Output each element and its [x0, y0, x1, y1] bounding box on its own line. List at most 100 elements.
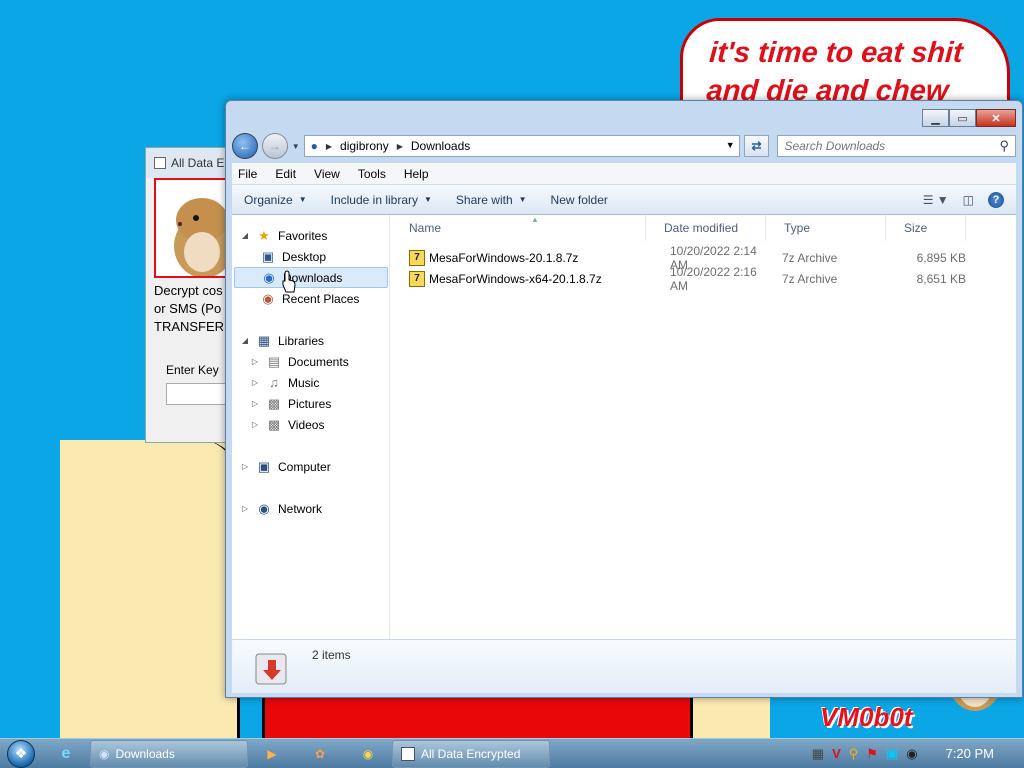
column-name[interactable]: Name	[391, 215, 646, 241]
ransom-message-line: TRANSFER t	[154, 319, 232, 334]
expand-icon[interactable]: ▷	[250, 420, 260, 429]
tree-videos[interactable]: ▷ ▩ Videos	[250, 414, 325, 435]
windows-logo-icon: ❖	[7, 739, 35, 768]
tree-computer[interactable]: ▷ ▣ Computer	[240, 456, 331, 477]
search-input[interactable]	[784, 139, 985, 153]
breadcrumb-downloads[interactable]: Downloads	[411, 139, 470, 153]
search-icon[interactable]: ⚲	[999, 138, 1009, 154]
tree-favorites[interactable]: ◢ ★ Favorites	[240, 225, 327, 246]
breadcrumb-digibrony[interactable]: digibrony	[340, 139, 389, 153]
videos-icon: ▩	[267, 416, 281, 432]
app-button[interactable]: ✿	[296, 740, 344, 768]
tree-pictures[interactable]: ▷ ▩ Pictures	[250, 393, 331, 414]
expand-icon[interactable]: ▷	[240, 462, 250, 471]
speech-line-1: it's time to eat shit	[708, 37, 964, 69]
network-icon: ◉	[258, 500, 270, 516]
menu-file[interactable]: File	[238, 167, 257, 181]
caption-buttons: ▁ ▭ ✕	[922, 109, 1016, 127]
tree-label: Desktop	[282, 249, 327, 264]
navigation-bar: ← → ▼ ● ▶ digibrony ▶ Downloads ▼ ⇄ ⚲	[232, 131, 1016, 161]
archive-icon: 7	[409, 270, 425, 287]
tree-recent-places[interactable]: ◉ Recent Places	[260, 288, 359, 309]
window-titlebar[interactable]: ▁ ▭ ✕	[226, 101, 1022, 131]
file-size: 6,895 KB	[916, 250, 966, 265]
clock[interactable]: 7:20 PM	[946, 746, 994, 761]
taskbar-encrypted-button[interactable]: All Data Encrypted	[392, 739, 550, 768]
address-bar[interactable]: ● ▶ digibrony ▶ Downloads ▼	[303, 135, 740, 157]
menu-view[interactable]: View	[314, 167, 340, 181]
taskbar-downloads-button[interactable]: ◉ Downloads	[90, 739, 248, 768]
maximize-button[interactable]: ▭	[949, 109, 976, 127]
column-size[interactable]: Size	[886, 215, 966, 241]
taskbar-downloads-label: Downloads	[115, 746, 175, 761]
new-folder-label: New folder	[550, 192, 608, 207]
file-name: MesaForWindows-x64-20.1.8.7z	[429, 271, 602, 286]
preview-pane-icon[interactable]: ◫	[963, 193, 974, 207]
tray-monitor-icon[interactable]: ▣	[886, 746, 898, 762]
menu-edit[interactable]: Edit	[275, 167, 296, 181]
address-dropdown-icon[interactable]: ▼	[726, 140, 735, 150]
media-player-icon: ▶	[267, 746, 277, 761]
tray-search-icon[interactable]: ⚲	[849, 746, 859, 762]
include-in-library-button[interactable]: Include in library ▼	[319, 185, 444, 214]
ransom-message-line: Decrypt cos	[154, 283, 223, 298]
menu-help[interactable]: Help	[404, 167, 429, 181]
file-row[interactable]: 7 MesaForWindows-x64-20.1.8.7z 10/20/202…	[391, 265, 1016, 293]
tray-volume-icon[interactable]: ◉	[906, 746, 917, 762]
file-name-cell: 7 MesaForWindows-x64-20.1.8.7z	[391, 270, 646, 287]
desktop-icon: ▣	[261, 248, 275, 264]
collapse-icon[interactable]: ◢	[240, 336, 250, 345]
menu-tools[interactable]: Tools	[358, 167, 386, 181]
tree-desktop[interactable]: ▣ Desktop	[260, 246, 326, 267]
tree-label: Music	[288, 375, 320, 390]
recent-pages-dropdown-icon[interactable]: ▼	[292, 142, 300, 151]
tray-app-icon[interactable]: ▦	[812, 746, 824, 762]
chrome-button[interactable]: ◉	[344, 740, 392, 768]
view-options-icon[interactable]: ☰ ▼	[923, 193, 949, 207]
wallpaper-shape	[262, 696, 692, 740]
new-folder-button[interactable]: New folder	[539, 185, 620, 214]
media-player-button[interactable]: ▶	[248, 740, 296, 768]
start-button[interactable]: ❖	[0, 739, 42, 768]
organize-button[interactable]: Organize ▼	[232, 185, 319, 214]
expand-icon[interactable]: ▷	[250, 399, 260, 408]
back-button[interactable]: ←	[232, 133, 258, 159]
column-headers: Name Date modified Type Size	[391, 215, 1016, 241]
help-icon[interactable]: ?	[988, 191, 1004, 208]
expand-icon[interactable]: ▷	[250, 357, 260, 366]
tree-label: Network	[278, 501, 323, 516]
search-box[interactable]: ⚲	[777, 135, 1016, 157]
column-date-modified[interactable]: Date modified	[646, 215, 766, 241]
expand-icon[interactable]: ▷	[240, 504, 250, 513]
explorer-window[interactable]: ▁ ▭ ✕ ← → ▼ ● ▶ digibrony ▶ Downloads ▼ …	[225, 100, 1023, 698]
chevron-right-icon[interactable]: ▶	[397, 142, 403, 151]
music-icon: ♫	[269, 375, 279, 390]
wallpaper-shape	[690, 696, 770, 740]
file-name: MesaForWindows-20.1.8.7z	[429, 250, 579, 265]
tree-label: Documents	[288, 354, 349, 369]
window-icon	[401, 746, 415, 761]
chevron-right-icon[interactable]: ▶	[326, 142, 332, 151]
tree-music[interactable]: ▷ ♫ Music	[250, 372, 319, 393]
wallpaper-shape	[60, 440, 240, 740]
file-type: 7z Archive	[782, 271, 838, 286]
forward-button[interactable]: →	[261, 133, 288, 159]
share-with-button[interactable]: Share with ▼	[444, 185, 539, 214]
file-list: ▲ Name Date modified Type Size 7 MesaFor…	[391, 215, 1016, 639]
system-tray: ▦ V ⚲ ⚑ ▣ ◉ 7:20 PM	[800, 739, 1024, 768]
close-button[interactable]: ✕	[976, 109, 1016, 127]
internet-explorer-button[interactable]: e	[42, 740, 90, 768]
collapse-icon[interactable]: ◢	[240, 231, 250, 240]
tree-network[interactable]: ▷ ◉ Network	[240, 498, 322, 519]
expand-icon[interactable]: ▷	[250, 378, 260, 387]
star-icon: ★	[258, 227, 270, 243]
tray-v-icon[interactable]: V	[832, 746, 841, 761]
minimize-button[interactable]: ▁	[922, 109, 949, 127]
tree-documents[interactable]: ▷ ▤ Documents	[250, 351, 349, 372]
tray-flag-icon[interactable]: ⚑	[866, 746, 878, 762]
view-controls: ☰ ▼ ◫ ?	[923, 191, 1016, 208]
tree-downloads[interactable]: ◉ Downloads	[234, 267, 388, 288]
column-type[interactable]: Type	[766, 215, 886, 241]
tree-libraries[interactable]: ◢ ▦ Libraries	[240, 330, 324, 351]
refresh-button[interactable]: ⇄	[743, 135, 770, 157]
